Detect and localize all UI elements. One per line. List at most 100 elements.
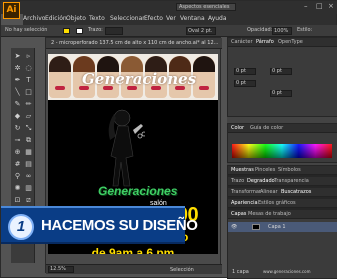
eye-icon[interactable]: 👁 bbox=[231, 222, 237, 232]
tab-transformar[interactable]: Transformar bbox=[231, 189, 261, 195]
business-hours-text: de 9am a 6 pm bbox=[91, 246, 175, 254]
menu-ayuda[interactable]: Ayuda bbox=[208, 15, 227, 22]
rectangle-tool-icon[interactable]: □ bbox=[24, 88, 33, 97]
gradient-tool-icon[interactable]: ▤ bbox=[24, 160, 33, 169]
layer-row[interactable]: 👁 Capa 1 bbox=[228, 222, 337, 232]
opacity-label: Opacidad: bbox=[247, 27, 273, 33]
layer-name[interactable]: Capa 1 bbox=[268, 222, 286, 232]
menu-efecto[interactable]: Efecto bbox=[144, 15, 163, 22]
indent-right-field[interactable]: 0 pt bbox=[270, 68, 292, 75]
menu-archivo[interactable]: Archivo bbox=[23, 15, 45, 22]
tab-opentype[interactable]: OpenType bbox=[278, 39, 303, 45]
tab-simbolos[interactable]: Símbolos bbox=[278, 167, 301, 173]
swatches-panel: Muestras Pinceles Símbolos bbox=[227, 165, 337, 176]
tab-muestras[interactable]: Muestras bbox=[231, 167, 254, 173]
lasso-tool-icon[interactable]: ◌ bbox=[24, 64, 33, 73]
selection-tool-icon[interactable]: ➤ bbox=[13, 52, 22, 61]
tab-apariencia[interactable]: Apariencia bbox=[231, 200, 258, 206]
appearance-panel: Apariencia Estilos gráficos bbox=[227, 198, 337, 209]
rotate-tool-icon[interactable]: ↻ bbox=[13, 124, 22, 133]
line-tool-icon[interactable]: ╲ bbox=[13, 88, 22, 97]
magic-wand-tool-icon[interactable]: ✲ bbox=[13, 64, 22, 73]
salon-name-text: Generaciones bbox=[98, 184, 178, 198]
free-transform-tool-icon[interactable]: ⧉ bbox=[24, 136, 33, 145]
pencil-tool-icon[interactable]: ✏ bbox=[24, 100, 33, 109]
menu-seleccionar[interactable]: Seleccionar bbox=[110, 15, 145, 22]
mesh-tool-icon[interactable]: # bbox=[13, 160, 22, 169]
tab-degradado[interactable]: Degradado bbox=[247, 178, 275, 184]
menu-ver[interactable]: Ver bbox=[166, 15, 176, 22]
opacity-field[interactable]: 100% bbox=[272, 27, 292, 35]
space-after-field[interactable]: 0 pt bbox=[270, 90, 292, 97]
control-bar: No hay selección Trazo: Oval 2 pt. Opaci… bbox=[1, 25, 337, 37]
slice-tool-icon[interactable]: ⧄ bbox=[24, 196, 33, 205]
beauty-photo-band: Generaciones bbox=[48, 54, 218, 100]
brand-script-text: Generaciones bbox=[82, 70, 197, 88]
symbol-sprayer-tool-icon[interactable]: ✺ bbox=[13, 184, 22, 193]
tab-capas[interactable]: Capas bbox=[231, 211, 246, 217]
fill-swatch[interactable] bbox=[63, 28, 70, 34]
brush-tool-icon[interactable]: ✎ bbox=[13, 100, 22, 109]
tab-buscatrazos[interactable]: Buscatrazos bbox=[281, 189, 311, 195]
indent-first-field[interactable]: 0 pt bbox=[234, 80, 256, 87]
model-photo bbox=[193, 56, 215, 98]
stroke-label: Trazo: bbox=[88, 27, 103, 33]
maximize-button[interactable]: □ bbox=[316, 2, 323, 10]
menu-texto[interactable]: Texto bbox=[89, 15, 105, 22]
watermark-url: www.generaciones.com bbox=[263, 269, 311, 274]
stroke-swatch[interactable] bbox=[76, 28, 83, 34]
transform-panel: Transformar Alinear Buscatrazos bbox=[227, 187, 337, 198]
zoom-level-field[interactable]: 12.5% bbox=[48, 266, 74, 273]
layer-thumbnail bbox=[252, 224, 260, 230]
pen-tool-icon[interactable]: ✒ bbox=[13, 76, 22, 85]
scale-tool-icon[interactable]: ⤡ bbox=[24, 124, 33, 133]
shape-builder-tool-icon[interactable]: ⊕ bbox=[13, 148, 22, 157]
character-panel: Carácter Párrafo OpenType 0 pt 0 pt 0 pt… bbox=[227, 37, 337, 117]
menu-bar: Archivo Edición Objeto Texto Seleccionar… bbox=[23, 14, 336, 25]
tool-status-text: Selección bbox=[170, 267, 194, 273]
model-photo bbox=[49, 56, 71, 98]
perspective-grid-tool-icon[interactable]: ▦ bbox=[24, 148, 33, 157]
type-tool-icon[interactable]: T bbox=[24, 76, 33, 85]
tab-trazo[interactable]: Trazo bbox=[231, 178, 244, 184]
tab-estilos-graficos[interactable]: Estilos gráficos bbox=[258, 200, 296, 206]
color-panel: Color Guía de color bbox=[227, 123, 337, 163]
status-bar: 12.5% Selección bbox=[46, 264, 222, 274]
tab-pinceles[interactable]: Pinceles bbox=[255, 167, 275, 173]
indent-left-field[interactable]: 0 pt bbox=[234, 68, 256, 75]
stroke-weight-field[interactable] bbox=[105, 27, 123, 35]
selection-status: No hay selección bbox=[5, 27, 48, 33]
tab-alinear[interactable]: Alinear bbox=[260, 189, 278, 195]
blob-brush-tool-icon[interactable]: ◆ bbox=[13, 112, 22, 121]
document-tab[interactable]: 2 - microperforado 137.5 cm de alto x 11… bbox=[46, 38, 222, 49]
stroke-panel: Trazo Degradado Transparencia bbox=[227, 176, 337, 187]
step-number-badge: 1 bbox=[8, 214, 34, 240]
title-bar: Aspectos esenciales – □ × bbox=[1, 1, 337, 14]
menu-ventana[interactable]: Ventana bbox=[180, 15, 205, 22]
blend-tool-icon[interactable]: ∞ bbox=[24, 172, 33, 181]
close-button[interactable]: × bbox=[328, 2, 334, 10]
workspace-switcher[interactable]: Aspectos esenciales bbox=[176, 3, 236, 11]
direct-selection-tool-icon[interactable]: ▹ bbox=[24, 52, 33, 61]
illustrator-logo-icon: Ai bbox=[3, 2, 20, 19]
eyedropper-tool-icon[interactable]: ⚲ bbox=[13, 172, 22, 181]
tab-caracter[interactable]: Carácter bbox=[231, 39, 253, 45]
eraser-tool-icon[interactable]: ▱ bbox=[24, 112, 33, 121]
tab-color[interactable]: Color bbox=[231, 125, 244, 131]
minimize-button[interactable]: – bbox=[304, 2, 308, 10]
graph-tool-icon[interactable]: ▥ bbox=[24, 184, 33, 193]
menu-objeto[interactable]: Objeto bbox=[66, 15, 86, 22]
tutorial-step-banner: 1 HACEMOS SU DISEÑO bbox=[1, 206, 198, 244]
app-window: Aspectos esenciales – □ × Ai Archivo Edi… bbox=[0, 0, 337, 279]
menu-edicion[interactable]: Edición bbox=[45, 15, 67, 22]
step-title: HACEMOS SU DISEÑO bbox=[41, 217, 198, 234]
panels-dock: Carácter Párrafo OpenType 0 pt 0 pt 0 pt… bbox=[227, 37, 337, 279]
artboard-tool-icon[interactable]: ⊡ bbox=[13, 196, 22, 205]
tab-mesas-trabajo[interactable]: Mesas de trabajo bbox=[248, 211, 291, 217]
layers-count: 1 capa bbox=[232, 269, 249, 275]
tab-transparencia[interactable]: Transparencia bbox=[274, 178, 309, 184]
width-tool-icon[interactable]: ⊸ bbox=[13, 136, 22, 145]
tab-parrafo[interactable]: Párrafo bbox=[256, 39, 274, 45]
tab-guia-color[interactable]: Guía de color bbox=[250, 125, 283, 131]
brush-style-select[interactable]: Oval 2 pt. bbox=[186, 27, 216, 35]
